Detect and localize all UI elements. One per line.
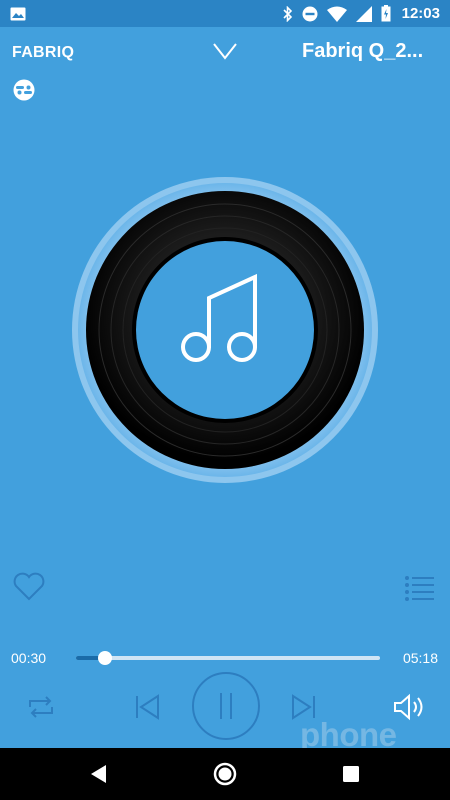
- playlist-icon: [405, 576, 434, 601]
- pause-icon: [220, 693, 232, 719]
- image-icon: [10, 7, 26, 21]
- dnd-icon: [302, 6, 318, 22]
- status-time: 12:03: [401, 5, 440, 22]
- top-bar: FABRIQ Fabriq Q_2...: [0, 27, 450, 77]
- repeat-button[interactable]: [26, 694, 56, 720]
- home-circle-icon: [213, 762, 237, 786]
- total-duration: 05:18: [402, 650, 438, 666]
- navigation-bar: [0, 748, 450, 800]
- recents-square-icon: [343, 766, 359, 782]
- play-pause-button[interactable]: [191, 671, 261, 741]
- nav-home-button[interactable]: [213, 762, 237, 786]
- disc-label: [136, 241, 314, 419]
- previous-button[interactable]: [134, 693, 162, 721]
- chevron-down-icon: [213, 43, 237, 60]
- skip-previous-icon: [136, 694, 159, 720]
- elapsed-time: 00:30: [11, 650, 47, 666]
- repeat-icon: [29, 696, 53, 718]
- battery-icon: [381, 5, 391, 22]
- signal-icon: [355, 5, 372, 22]
- nav-recents-button[interactable]: [342, 765, 360, 783]
- collapse-button[interactable]: [212, 41, 238, 61]
- brand-label: FABRIQ: [12, 44, 75, 61]
- nav-back-button[interactable]: [88, 763, 110, 785]
- wifi-icon: [326, 6, 347, 22]
- playlist-button[interactable]: [404, 574, 434, 602]
- bluetooth-icon: [283, 5, 293, 22]
- back-triangle-icon: [91, 765, 106, 783]
- seek-bar[interactable]: [76, 651, 380, 665]
- speaker-group-icon: [13, 79, 35, 101]
- favorite-button[interactable]: [12, 572, 46, 602]
- album-artwork: [72, 177, 378, 483]
- track-title: Fabriq Q_2...: [302, 40, 424, 62]
- heart-icon: [13, 572, 45, 601]
- speaker-group-button[interactable]: [11, 79, 37, 101]
- status-bar: 12:03: [0, 0, 450, 27]
- seek-thumb[interactable]: [97, 651, 112, 665]
